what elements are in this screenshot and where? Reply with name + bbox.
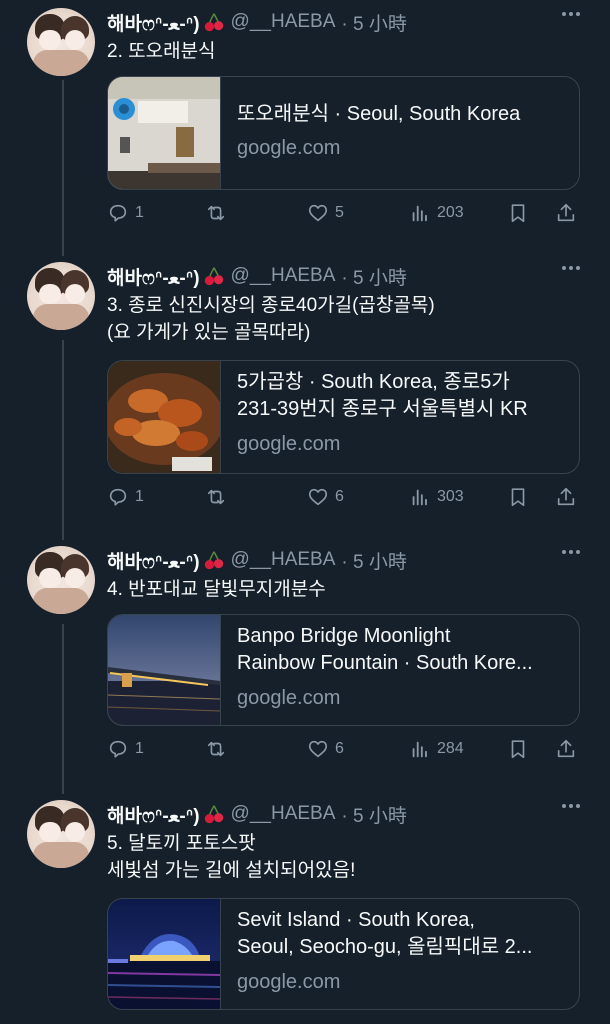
share-icon — [557, 487, 575, 506]
card-title: 또오래분식 · Seoul, South Korea — [237, 103, 521, 125]
card-domain: google.com — [237, 137, 341, 159]
heart-icon — [308, 740, 328, 758]
reply-count: 1 — [135, 204, 144, 221]
link-card[interactable]: 또오래분식 · Seoul, South Korea google.com — [107, 76, 580, 190]
card-title: Rainbow Fountain · South Kore... — [237, 652, 533, 674]
share-button[interactable] — [555, 486, 577, 508]
avatar[interactable] — [27, 8, 95, 76]
tweet-text: 3. 종로 신진시장의 종로40가길(곱창골목) (요 가게가 있는 골목따라) — [107, 295, 435, 343]
reply-icon — [109, 488, 127, 506]
bookmark-icon — [511, 204, 525, 223]
views-button[interactable]: 284 — [409, 738, 464, 760]
tweet-time[interactable]: · 5 小時 — [341, 801, 406, 828]
bookmark-button[interactable] — [507, 738, 529, 760]
tweet-actions: 1 6 284 — [107, 738, 582, 764]
like-count: 5 — [335, 204, 344, 221]
author-handle[interactable]: @__HAEBA — [231, 549, 336, 571]
like-button[interactable]: 6 — [307, 486, 344, 508]
retweet-button[interactable] — [205, 738, 227, 760]
author-handle[interactable]: @__HAEBA — [231, 11, 336, 33]
link-card[interactable]: Banpo Bridge Moonlight Rainbow Fountain … — [107, 614, 580, 726]
author-handle[interactable]: @__HAEBA — [231, 265, 336, 287]
card-title: 5가곱창 · South Korea, 종로5가 — [237, 371, 510, 393]
tweet-text: 4. 반포대교 달빛무지개분수 — [107, 579, 326, 600]
like-count: 6 — [335, 488, 344, 505]
tweet-actions: 1 5 203 — [107, 202, 582, 228]
card-title: Banpo Bridge Moonlight — [237, 625, 451, 647]
retweet-button[interactable] — [205, 202, 227, 224]
share-button[interactable] — [555, 738, 577, 760]
bookmark-icon — [511, 488, 525, 507]
author-name[interactable]: 해바ෆ⁠ᐢ⁠-⁠ﻌ⁠-⁠ᐢ⁠) — [107, 9, 200, 36]
tweet[interactable]: 해바ෆ⁠ᐢ⁠-⁠ﻌ⁠-⁠ᐢ⁠) @__HAEBA · 5 小時 4. 반포대교 … — [0, 546, 610, 776]
share-button[interactable] — [555, 202, 577, 224]
tweet-time[interactable]: · 5 小時 — [341, 9, 406, 36]
views-button[interactable]: 203 — [409, 202, 464, 224]
like-button[interactable]: 5 — [307, 202, 344, 224]
retweet-button[interactable] — [205, 486, 227, 508]
tweet-time[interactable]: · 5 小時 — [341, 263, 406, 290]
more-options-icon[interactable] — [562, 550, 580, 554]
view-count: 203 — [437, 204, 464, 221]
card-domain: google.com — [237, 433, 341, 455]
tweet-actions: 1 6 303 — [107, 486, 582, 512]
card-title: Sevit Island · South Korea, — [237, 909, 475, 931]
heart-icon — [308, 204, 328, 222]
view-count: 303 — [437, 488, 464, 505]
cherry-icon — [203, 803, 225, 825]
cherry-icon — [203, 265, 225, 287]
bookmark-button[interactable] — [507, 202, 529, 224]
heart-icon — [308, 488, 328, 506]
cherry-icon — [203, 549, 225, 571]
tweet[interactable]: 해바ෆ⁠ᐢ⁠-⁠ﻌ⁠-⁠ᐢ⁠) @__HAEBA · 5 小時 3. 종로 신진… — [0, 262, 610, 522]
tweet-text: 2. 또오래분식 — [107, 41, 216, 62]
bookmark-button[interactable] — [507, 486, 529, 508]
avatar[interactable] — [27, 262, 95, 330]
sevit-island-night-image — [108, 899, 221, 1009]
reply-button[interactable]: 1 — [107, 738, 144, 760]
reply-button[interactable]: 1 — [107, 202, 144, 224]
avatar[interactable] — [27, 546, 95, 614]
reply-icon — [109, 740, 127, 758]
bookmark-icon — [511, 740, 525, 759]
restaurant-interior-image — [108, 77, 221, 189]
reply-count: 1 — [135, 740, 144, 757]
reply-icon — [109, 204, 127, 222]
views-icon — [412, 741, 427, 758]
retweet-icon — [207, 205, 225, 221]
more-options-icon[interactable] — [562, 804, 580, 808]
retweet-icon — [207, 489, 225, 505]
more-options-icon[interactable] — [562, 12, 580, 16]
like-button[interactable]: 6 — [307, 738, 344, 760]
author-name[interactable]: 해바ෆ⁠ᐢ⁠-⁠ﻌ⁠-⁠ᐢ⁠) — [107, 547, 200, 574]
share-icon — [557, 739, 575, 758]
card-domain: google.com — [237, 971, 341, 993]
author-name[interactable]: 해바ෆ⁠ᐢ⁠-⁠ﻌ⁠-⁠ᐢ⁠) — [107, 263, 200, 290]
cherry-icon — [203, 11, 225, 33]
views-button[interactable]: 303 — [409, 486, 464, 508]
view-count: 284 — [437, 740, 464, 757]
gopchang-food-image — [108, 361, 224, 473]
tweet-time[interactable]: · 5 小時 — [341, 547, 406, 574]
retweet-icon — [207, 741, 225, 757]
views-icon — [412, 205, 427, 222]
card-title: Seoul, Seocho-gu, 올림픽대로 2... — [237, 936, 533, 958]
author-name[interactable]: 해바ෆ⁠ᐢ⁠-⁠ﻌ⁠-⁠ᐢ⁠) — [107, 801, 200, 828]
author-handle[interactable]: @__HAEBA — [231, 803, 336, 825]
link-card[interactable]: Sevit Island · South Korea, Seoul, Seoch… — [107, 898, 580, 1010]
banpo-bridge-night-image — [108, 615, 221, 725]
link-card[interactable]: 5가곱창 · South Korea, 종로5가 231-39번지 종로구 서울… — [107, 360, 580, 474]
tweet-text: 5. 달토끼 포토스팟 세빛섬 가는 길에 설치되어있음! — [107, 833, 356, 881]
card-title: 231-39번지 종로구 서울특별시 KR — [237, 398, 528, 420]
tweet[interactable]: 해바ෆ⁠ᐢ⁠-⁠ﻌ⁠-⁠ᐢ⁠) @__HAEBA · 5 小時 5. 달토끼 포… — [0, 800, 610, 1024]
share-icon — [557, 203, 575, 222]
tweet[interactable]: 해바ෆ⁠ᐢ⁠-⁠ﻌ⁠-⁠ᐢ⁠) @__HAEBA · 5 小時 2. 또오래분식 — [0, 8, 610, 238]
like-count: 6 — [335, 740, 344, 757]
views-icon — [412, 489, 427, 506]
card-domain: google.com — [237, 687, 341, 709]
reply-count: 1 — [135, 488, 144, 505]
more-options-icon[interactable] — [562, 266, 580, 270]
reply-button[interactable]: 1 — [107, 486, 144, 508]
avatar[interactable] — [27, 800, 95, 868]
